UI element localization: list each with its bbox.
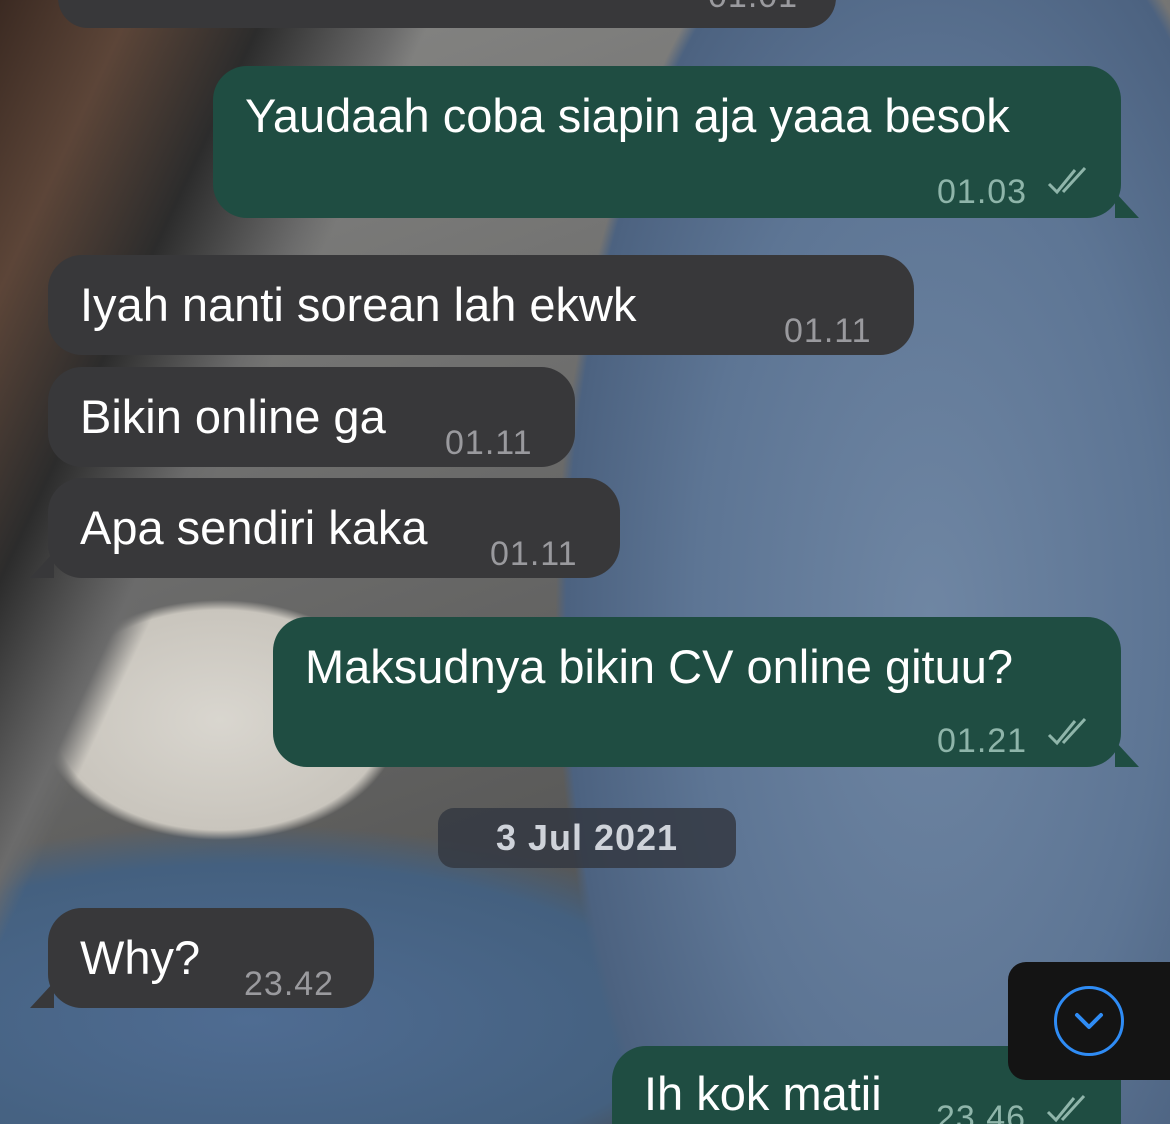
message-time: 01.11 (490, 535, 578, 573)
message-bubble-incoming[interactable]: Iyah nanti sorean lah ekwk 01.11 (48, 255, 914, 355)
chat-screen: 01.01 Yaudaah coba siapin aja yaaa besok… (0, 0, 1170, 1124)
message-text: Maksudnya bikin CV online gituu? (305, 640, 1014, 693)
message-text: Apa sendiri kaka (80, 501, 428, 554)
message-time: 01.11 (784, 312, 872, 350)
message-time: 01.03 (937, 173, 1028, 211)
message-bubble-incoming[interactable]: Apa sendiri kaka 01.11 (30, 478, 620, 578)
message-time: 01.21 (937, 722, 1028, 760)
message-bubble-incoming[interactable]: Bikin online ga 01.11 (48, 367, 575, 467)
read-receipt-icon (1047, 166, 1087, 195)
read-receipt-icon (1047, 717, 1087, 746)
read-receipt-icon (1046, 1094, 1086, 1123)
message-text: Bikin online ga (80, 390, 386, 443)
message-text: Yaudaah coba siapin aja yaaa besok (245, 89, 1010, 142)
message-time: 23.42 (244, 965, 335, 1003)
message-text: Iyah nanti sorean lah ekwk (80, 278, 637, 331)
message-text: Why? (80, 931, 201, 984)
message-bubble-outgoing[interactable]: Yaudaah coba siapin aja yaaa besok 01.03 (213, 66, 1139, 218)
message-bubble-partial[interactable]: 01.01 (58, 0, 836, 28)
message-time: 01.11 (445, 424, 533, 462)
chevron-down-icon (1075, 1013, 1103, 1029)
message-bubble-outgoing[interactable]: Maksudnya bikin CV online gituu? 01.21 (273, 617, 1139, 767)
message-bubble-incoming[interactable]: Why? 23.42 (30, 908, 374, 1008)
message-time: 23.46 (936, 1099, 1027, 1124)
scroll-to-bottom-button[interactable] (1054, 986, 1124, 1056)
message-text: Ih kok matii (644, 1067, 882, 1120)
date-separator: 3 Jul 2021 (438, 808, 736, 868)
message-time: 01.01 (708, 0, 798, 24)
